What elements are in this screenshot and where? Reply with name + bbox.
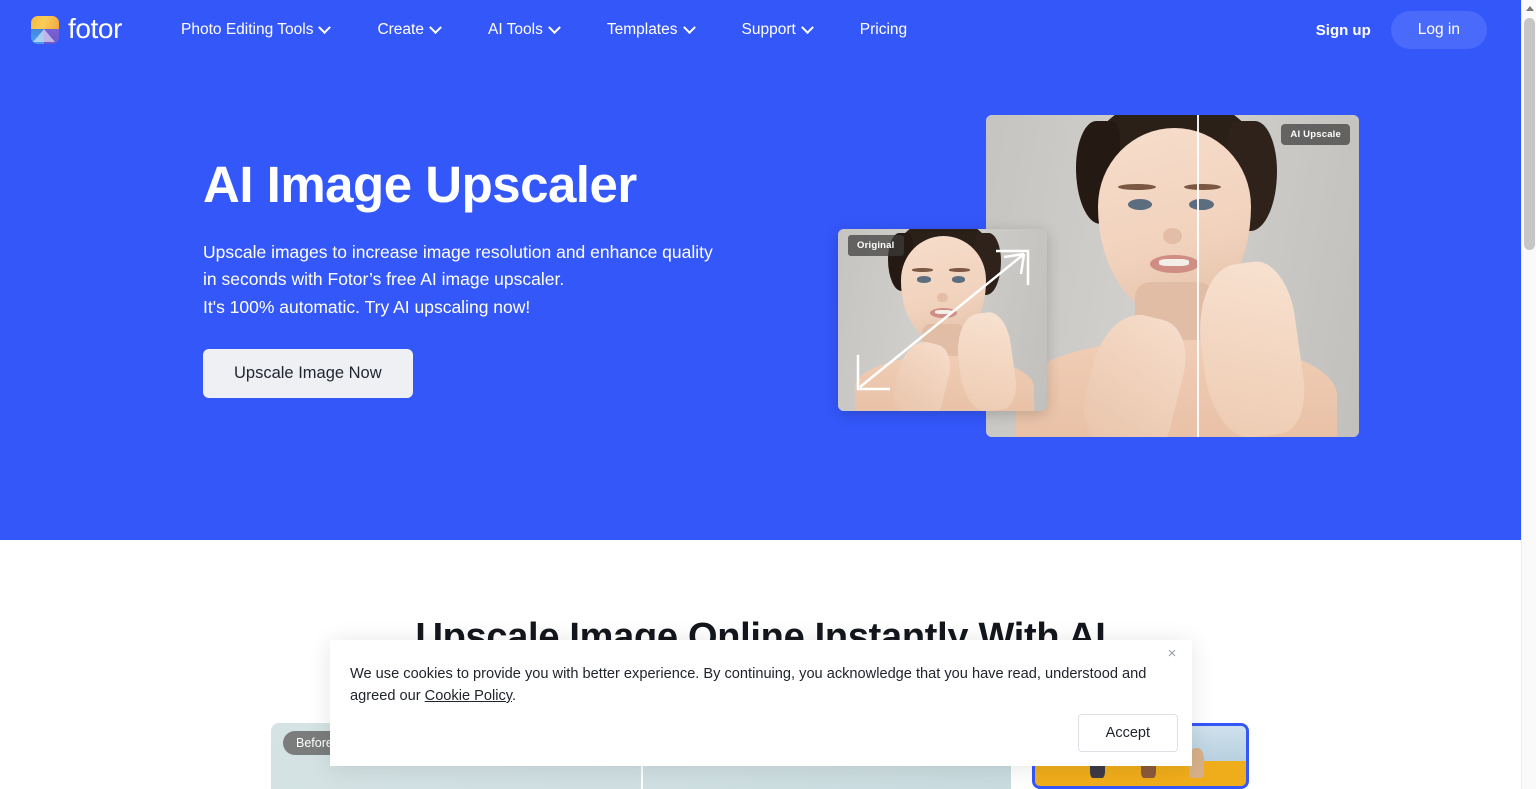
chevron-down-icon [429,20,442,34]
scroll-up-arrow-icon[interactable] [1522,0,1536,16]
cookie-consent-banner: × We use cookies to provide you with bet… [330,640,1192,766]
ai-upscale-badge: AI Upscale [1281,124,1350,145]
close-icon[interactable]: × [1162,644,1182,664]
upscale-image-now-button[interactable]: Upscale Image Now [203,349,413,399]
fotor-logo-icon [31,16,59,44]
original-badge: Original [848,235,904,256]
nav-item-create[interactable]: Create [353,13,464,47]
nav-label: Create [377,21,424,38]
chevron-down-icon [318,20,332,34]
scrollbar-thumb[interactable] [1524,18,1535,250]
cookie-message-tail: . [511,688,517,704]
nav-item-pricing[interactable]: Pricing [836,13,931,47]
nav-label: Photo Editing Tools [181,21,314,38]
before-after-divider[interactable] [1196,115,1199,437]
hero-subtitle-line-2: in seconds with Fotor’s free AI image up… [203,269,565,290]
hero-copy: AI Image Upscaler Upscale images to incr… [203,156,843,399]
brand-name: fotor [68,13,123,44]
original-preview-image: Original [838,229,1047,411]
chevron-down-icon [682,20,696,34]
nav-links: Photo Editing Tools Create AI Tools Temp… [157,13,931,47]
hero-section: fotor Photo Editing Tools Create AI Tool… [0,0,1521,540]
sign-up-button[interactable]: Sign up [1302,13,1385,48]
nav-label: Pricing [859,21,908,38]
nav-item-photo-editing-tools[interactable]: Photo Editing Tools [157,13,353,47]
nav-item-support[interactable]: Support [718,13,836,47]
nav-label: Support [741,21,796,38]
portrait-illustration-small [838,229,1047,411]
hero-subtitle-line-3: It's 100% automatic. Try AI upscaling no… [203,296,531,317]
nav-label: AI Tools [487,21,543,38]
page-scrollbar[interactable] [1521,0,1536,789]
page-title: AI Image Upscaler [203,156,637,213]
cookie-message: We use cookies to provide you with bette… [350,663,1150,707]
nav-item-templates[interactable]: Templates [583,13,718,47]
page-root: fotor Photo Editing Tools Create AI Tool… [0,0,1536,789]
hero-subtitle-line-1: Upscale images to increase image resolut… [203,241,713,262]
brand-logo[interactable]: fotor [31,15,122,45]
nav-label: Templates [606,21,678,38]
log-in-button[interactable]: Log in [1390,11,1487,49]
cookie-policy-link[interactable]: Cookie Policy [425,688,512,704]
accept-cookies-button[interactable]: Accept [1077,714,1178,752]
chevron-down-icon [800,20,814,34]
top-navigation-bar: fotor Photo Editing Tools Create AI Tool… [0,0,1521,60]
nav-item-ai-tools[interactable]: AI Tools [464,13,583,47]
chevron-down-icon [547,20,561,34]
hero-subtitle: Upscale images to increase image resolut… [203,239,843,322]
nav-account-actions: Sign up Log in [1302,11,1487,49]
